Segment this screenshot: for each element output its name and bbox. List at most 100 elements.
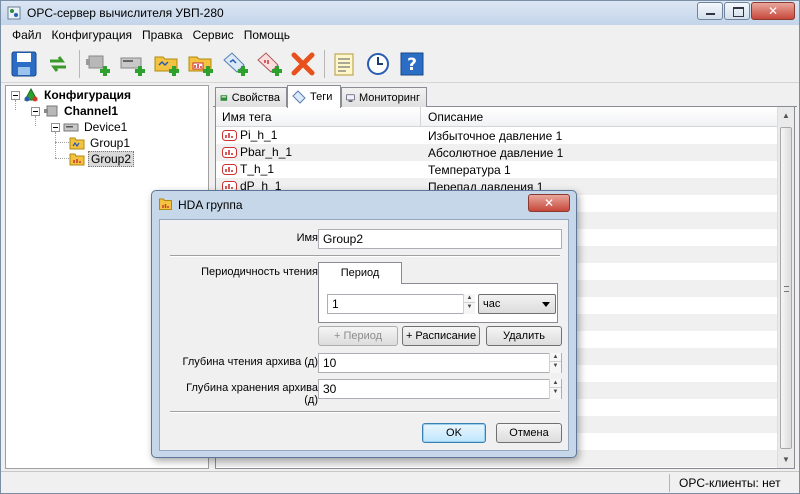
tab-monitoring[interactable]: Мониторинг (341, 87, 427, 107)
spin-up-icon[interactable]: ▲ (550, 379, 561, 388)
ok-button[interactable]: OK (422, 423, 486, 443)
tree-label: Конфигурация (44, 88, 132, 102)
status-bar: OPC-клиенты: нет (1, 471, 799, 493)
tab-label: Теги (310, 91, 333, 103)
delete-button[interactable] (288, 49, 318, 79)
tag-name-cell: T_h_1 (222, 162, 274, 176)
tree-node-channel[interactable]: Channel1 (31, 103, 120, 119)
tab-properties[interactable]: Свойства (215, 87, 287, 107)
menu-file[interactable]: Файл (7, 25, 47, 45)
store-depth-label: Глубина хранения архива (д) (186, 382, 318, 406)
tag-name: Pbar_h_1 (240, 145, 293, 159)
add-hda-group-button[interactable] (186, 49, 216, 79)
read-depth-input[interactable]: 10 (318, 353, 562, 373)
tree-node-configuration[interactable]: Конфигурация (11, 87, 133, 103)
menu-edit[interactable]: Правка (137, 25, 188, 45)
name-label: Имя (296, 232, 318, 244)
minimize-button[interactable] (697, 2, 723, 20)
group-folder-icon (69, 137, 85, 150)
column-separator[interactable] (420, 107, 421, 127)
grip-icon (784, 286, 789, 292)
add-hda-tag-icon (257, 51, 282, 76)
spin-up-icon[interactable]: ▲ (550, 353, 561, 362)
add-group-button[interactable] (152, 49, 182, 79)
toolbar-separator (324, 49, 325, 78)
collapse-icon[interactable] (51, 122, 60, 132)
tab-label: Свойства (231, 91, 280, 104)
delete-icon (291, 52, 315, 75)
hda-tag-icon (222, 163, 237, 175)
tags-icon (292, 90, 306, 104)
tag-description: Избыточное давление 1 (428, 129, 563, 143)
table-row[interactable]: T_h_1 Температура 1 (216, 161, 778, 178)
add-channel-icon (86, 55, 110, 76)
scroll-up-icon[interactable]: ▲ (778, 108, 794, 124)
menu-help[interactable]: Помощь (239, 25, 295, 45)
tree-node-device[interactable]: Device1 (51, 119, 129, 135)
store-depth-input[interactable]: 30 (318, 379, 562, 399)
window-title: OPC-сервер вычислителя УВП-280 (27, 6, 224, 20)
add-hda-group-icon (188, 56, 213, 76)
spin-down-icon[interactable]: ▼ (550, 362, 561, 371)
column-header-description[interactable]: Описание (428, 110, 483, 124)
delete-period-button[interactable]: Удалить (486, 326, 562, 346)
menu-configuration[interactable]: Конфигурация (47, 25, 138, 45)
clock-icon (367, 52, 389, 75)
add-tag-button[interactable] (220, 49, 250, 79)
tab-period[interactable]: Период (318, 262, 402, 284)
channel-icon (44, 105, 58, 117)
add-channel-button[interactable] (84, 49, 114, 79)
properties-icon (220, 94, 228, 101)
menu-service[interactable]: Сервис (188, 25, 239, 45)
save-button[interactable] (9, 49, 39, 79)
add-device-button[interactable] (118, 49, 148, 79)
store-depth-stepper[interactable]: ▲ ▼ (549, 379, 561, 399)
scroll-thumb[interactable] (780, 127, 792, 449)
period-unit-select[interactable]: час (478, 294, 556, 314)
tag-name: Pi_h_1 (240, 128, 278, 142)
tag-name-cell: Pi_h_1 (222, 128, 277, 142)
scroll-down-icon[interactable]: ▼ (778, 452, 794, 468)
add-schedule-button[interactable]: + Расписание (402, 326, 480, 346)
monitor-icon (346, 93, 355, 102)
collapse-icon[interactable] (11, 90, 20, 100)
period-value-input[interactable]: 1 (327, 294, 475, 314)
refresh-button[interactable] (43, 49, 73, 79)
add-device-icon (120, 57, 145, 76)
log-button[interactable] (329, 49, 359, 79)
dialog-close-button[interactable]: ✕ (528, 194, 570, 212)
table-row[interactable]: Pi_h_1 Избыточное давление 1 (216, 127, 778, 144)
toolbar-separator (79, 49, 80, 78)
column-header-name[interactable]: Имя тега (222, 110, 272, 124)
add-period-button[interactable]: + Период (318, 326, 398, 346)
log-icon (334, 53, 354, 75)
tree-line (55, 142, 69, 143)
clock-button[interactable] (363, 49, 393, 79)
name-input[interactable]: Group2 (318, 229, 562, 249)
tab-tags[interactable]: Теги (287, 85, 341, 108)
tag-name: T_h_1 (240, 162, 275, 176)
svg-text:?: ? (407, 55, 417, 75)
close-button[interactable] (751, 2, 795, 20)
hda-tag-icon (222, 129, 237, 141)
help-button[interactable]: ? (397, 49, 427, 79)
tree-line (55, 158, 69, 159)
save-icon (11, 51, 37, 76)
tree-node-group2[interactable]: Group2 (69, 151, 135, 167)
tag-description: Абсолютное давление 1 (428, 146, 564, 160)
table-row[interactable]: Pbar_h_1 Абсолютное давление 1 (216, 144, 778, 161)
tree-label: Device1 (84, 120, 128, 134)
hda-tag-icon (222, 146, 237, 158)
cancel-button[interactable]: Отмена (496, 423, 562, 443)
tree-node-group1[interactable]: Group1 (69, 135, 132, 151)
spin-down-icon[interactable]: ▼ (464, 303, 475, 312)
add-hda-tag-button[interactable] (254, 49, 284, 79)
vertical-scrollbar[interactable]: ▲ ▼ (777, 107, 794, 468)
period-stepper[interactable]: ▲ ▼ (463, 294, 475, 314)
spin-down-icon[interactable]: ▼ (550, 388, 561, 397)
maximize-button[interactable] (724, 2, 750, 20)
period-label: Периодичность чтения (201, 266, 318, 278)
read-depth-stepper[interactable]: ▲ ▼ (549, 353, 561, 373)
collapse-icon[interactable] (31, 106, 40, 116)
spin-up-icon[interactable]: ▲ (464, 294, 475, 303)
